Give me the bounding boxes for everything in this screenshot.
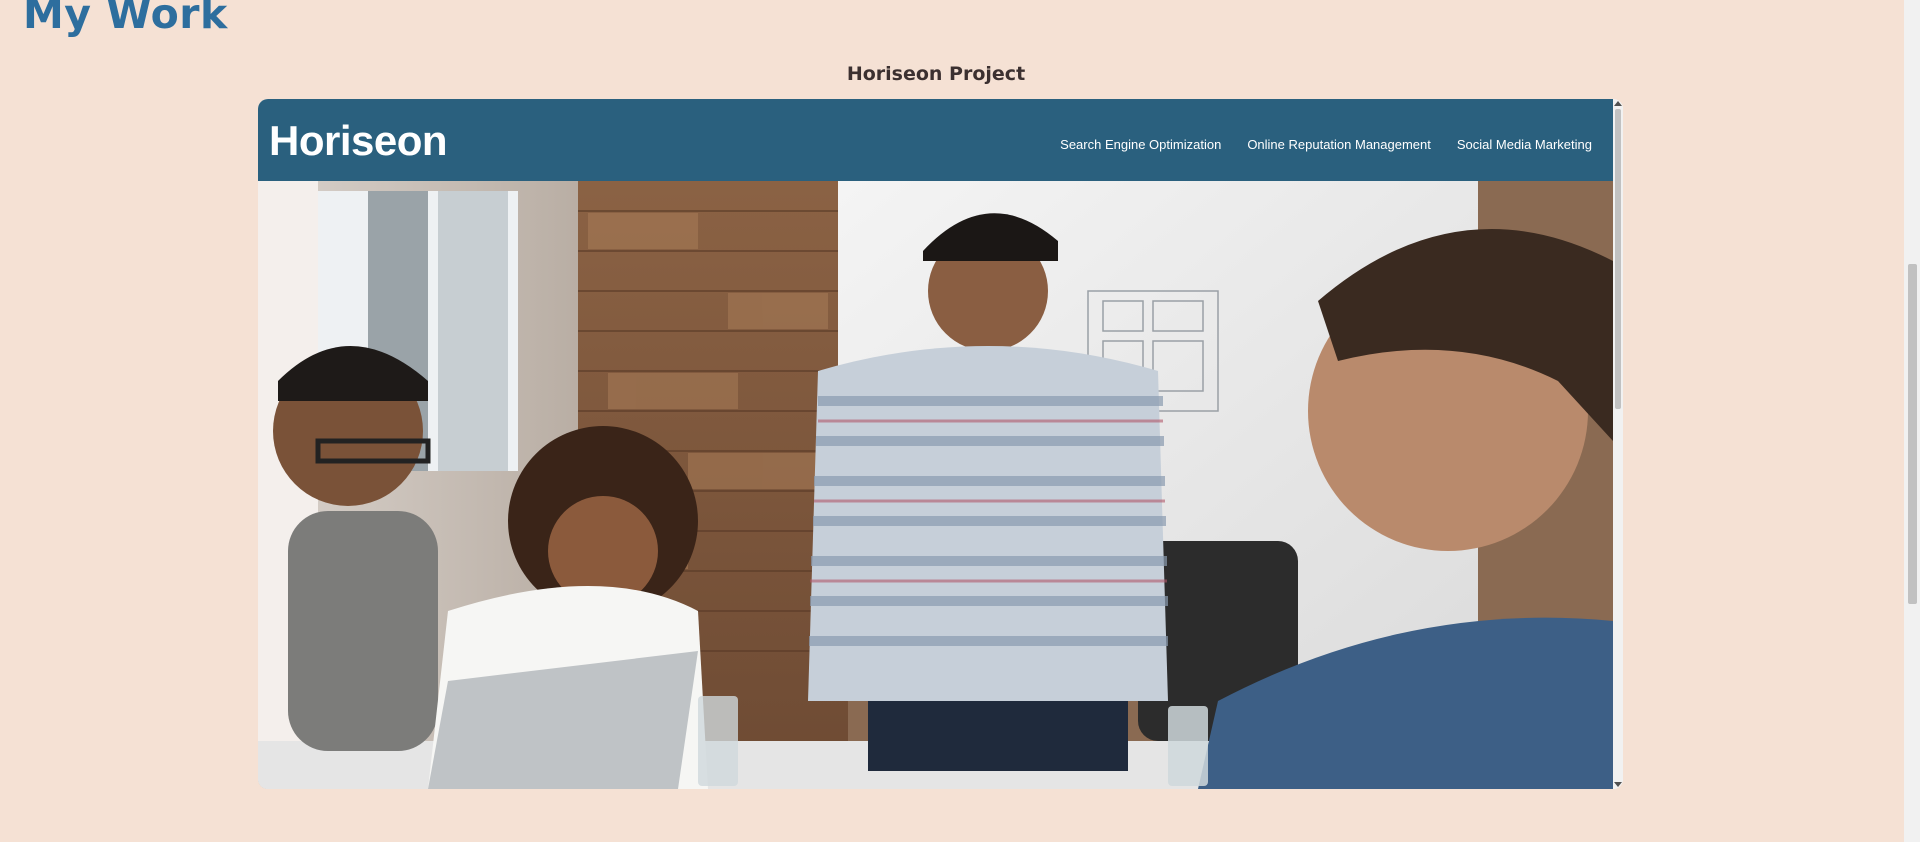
page-title: My Work [23,0,228,38]
embed-scrollbar-thumb[interactable] [1615,109,1621,409]
embed-scrollbar[interactable] [1613,99,1623,789]
embedded-site: Horiseon Search Engine Optimization Onli… [258,99,1613,789]
site-logo[interactable]: Horiseon [269,117,448,165]
nav-link-seo[interactable]: Search Engine Optimization [1060,137,1221,152]
nav-link-social-media[interactable]: Social Media Marketing [1457,137,1592,152]
nav-link-reputation[interactable]: Online Reputation Management [1247,137,1431,152]
hero-photo-illustration [258,181,1613,789]
page-scrollbar-thumb[interactable] [1908,264,1917,604]
site-nav: Search Engine Optimization Online Reputa… [1060,137,1592,152]
site-header: Horiseon Search Engine Optimization Onli… [258,99,1613,181]
project-embed-frame[interactable]: Horiseon Search Engine Optimization Onli… [258,99,1623,789]
hero-image [258,181,1613,789]
scroll-up-arrow-icon[interactable] [1614,101,1622,106]
page: My Work Horiseon Project Horiseon Search… [0,0,1920,842]
project-caption: Horiseon Project [846,63,1026,85]
page-scrollbar[interactable] [1904,0,1920,842]
scroll-down-arrow-icon[interactable] [1614,782,1622,787]
